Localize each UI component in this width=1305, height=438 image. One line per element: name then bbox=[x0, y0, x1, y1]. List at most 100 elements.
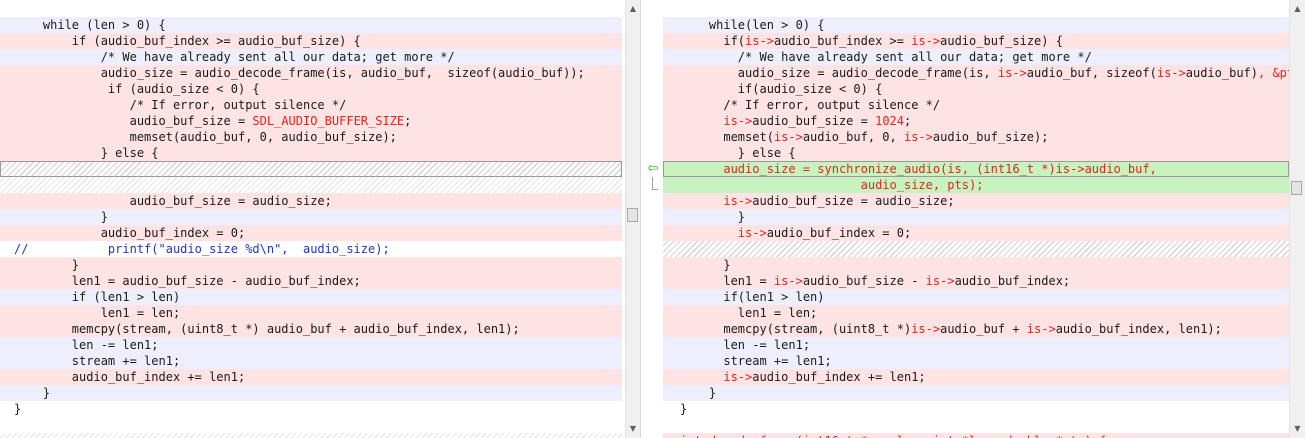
code-line: memcpy(stream, (uint8_t *)is->audio_buf … bbox=[663, 321, 1289, 337]
code-text: audio_buf_size) { bbox=[940, 34, 1063, 48]
diff-highlight-text: SDL_AUDIO_BUFFER_SIZE bbox=[252, 114, 405, 128]
diff-highlight-text: audio_size = synchronize_audio(is, (int1… bbox=[680, 162, 1157, 176]
code-line: if (len1 > len) bbox=[0, 289, 622, 305]
diff-highlight-text: is-> bbox=[925, 274, 955, 288]
code-line: len -= len1; bbox=[0, 337, 622, 353]
code-line: len1 = len; bbox=[663, 305, 1289, 321]
left-vertical-scrollbar[interactable]: ▲ ▼ bbox=[625, 0, 640, 438]
diff-highlight-text: 1024 bbox=[875, 114, 904, 128]
code-text: } bbox=[14, 258, 80, 272]
code-text: audio_buf_size = bbox=[752, 114, 876, 128]
code-line: // printf("audio_size %d\n", audio_size)… bbox=[0, 241, 622, 257]
code-line: } bbox=[663, 209, 1289, 225]
code-line: stream += len1; bbox=[0, 353, 622, 369]
copy-to-left-arrow-icon[interactable]: ⇦ bbox=[645, 161, 661, 177]
diff-highlight-text: is-> bbox=[723, 370, 753, 384]
right-vertical-scrollbar[interactable]: ▲ ▼ bbox=[1289, 0, 1305, 438]
diff-gutter: ⇦ bbox=[640, 0, 664, 438]
code-line: is->audio_buf_size = audio_size; bbox=[663, 193, 1289, 209]
code-line bbox=[663, 417, 1289, 433]
code-line: audio_buf_size = SDL_AUDIO_BUFFER_SIZE; bbox=[0, 113, 622, 129]
code-text: audio_size = audio_decode_frame(is, bbox=[680, 66, 998, 80]
code-text: audio_buf + bbox=[940, 322, 1027, 336]
diff-highlight-text: , &pts bbox=[1258, 66, 1289, 80]
code-text: } bbox=[680, 386, 717, 400]
code-text: memset(audio_buf, 0, audio_buf_size); bbox=[14, 130, 397, 144]
diff-highlight-text: is-> bbox=[723, 114, 753, 128]
code-line: } bbox=[0, 401, 622, 417]
code-line: audio_buf_index = 0; bbox=[0, 225, 622, 241]
scroll-up-arrow-icon[interactable]: ▲ bbox=[626, 2, 640, 16]
left-scrollbar-thumb[interactable] bbox=[627, 208, 638, 222]
code-text: /* If error, output silence */ bbox=[680, 98, 941, 112]
code-text: audio_buf_size - bbox=[802, 274, 926, 288]
code-text: audio_buf_size = audio_size; bbox=[14, 194, 332, 208]
diff-highlight-text: is-> bbox=[903, 130, 933, 144]
diff-highlight-text: is-> bbox=[723, 194, 753, 208]
code-text: audio_size = audio_decode_frame(is, audi… bbox=[14, 66, 585, 80]
code-line: int decode_frame(int16_t *samples, int *… bbox=[663, 433, 1289, 438]
code-text: while(len > 0) { bbox=[680, 18, 825, 32]
code-text: if( bbox=[680, 34, 746, 48]
code-text: len1 = bbox=[680, 274, 774, 288]
code-line: if(is->audio_buf_index >= is->audio_buf_… bbox=[663, 33, 1289, 49]
right-diff-pane[interactable]: while(len > 0) { if(is->audio_buf_index … bbox=[663, 0, 1289, 438]
diff-highlight-text: int decode_frame(int16_t *samples, int *… bbox=[680, 434, 1106, 438]
diff-highlight-text: is-> bbox=[745, 34, 774, 48]
code-text: if (audio_size < 0) { bbox=[14, 82, 260, 96]
code-line: /* If error, output silence */ bbox=[0, 97, 622, 113]
code-text: } bbox=[14, 210, 108, 224]
code-line: audio_size, pts); bbox=[663, 177, 1289, 193]
code-text: if (len1 > len) bbox=[14, 290, 181, 304]
code-text: audio_buf_index += len1; bbox=[752, 370, 926, 384]
code-text: } bbox=[680, 210, 746, 224]
code-line bbox=[663, 241, 1289, 257]
code-text: /* If error, output silence */ bbox=[14, 98, 347, 112]
code-text: stream += len1; bbox=[680, 354, 832, 368]
diff-highlight-text: is-> bbox=[737, 226, 767, 240]
scroll-down-arrow-icon[interactable]: ▼ bbox=[626, 422, 640, 436]
code-text: } bbox=[14, 386, 51, 400]
code-line: audio_size = synchronize_audio(is, (int1… bbox=[663, 161, 1289, 177]
code-text: audio_buf_index; bbox=[954, 274, 1071, 288]
code-text: } bbox=[14, 402, 22, 416]
code-text: ; bbox=[904, 114, 912, 128]
code-line: memcpy(stream, (uint8_t *) audio_buf + a… bbox=[0, 321, 622, 337]
code-text: /* We have already sent all our data; ge… bbox=[14, 50, 455, 64]
code-line: audio_size = audio_decode_frame(is, is->… bbox=[663, 65, 1289, 81]
code-line: is->audio_buf_size = 1024; bbox=[663, 113, 1289, 129]
code-text: memcpy(stream, (uint8_t *) audio_buf + a… bbox=[14, 322, 520, 336]
code-text: /* We have already sent all our data; ge… bbox=[680, 50, 1092, 64]
code-line: len1 = audio_buf_size - audio_buf_index; bbox=[0, 273, 622, 289]
right-scrollbar-thumb[interactable] bbox=[1291, 181, 1302, 195]
code-text: if(len1 > len) bbox=[680, 290, 825, 304]
code-line: audio_size = audio_decode_frame(is, audi… bbox=[0, 65, 622, 81]
code-line: } bbox=[663, 401, 1289, 417]
scroll-up-arrow-icon[interactable]: ▲ bbox=[1290, 2, 1305, 16]
code-line: while(len > 0) { bbox=[663, 17, 1289, 33]
code-text: audio_buf, sizeof( bbox=[1026, 66, 1157, 80]
code-text: len1 = len; bbox=[14, 306, 181, 320]
code-text: len1 = len; bbox=[680, 306, 818, 320]
code-line: } bbox=[663, 385, 1289, 401]
code-line: audio_buf_size = audio_size; bbox=[0, 193, 622, 209]
code-text: while (len > 0) { bbox=[14, 18, 166, 32]
code-line: } bbox=[0, 209, 622, 225]
code-text: audio_buf_index = 0; bbox=[14, 226, 246, 240]
left-code-lines: while (len > 0) { if (audio_buf_index >=… bbox=[0, 17, 625, 438]
code-text: memcpy(stream, (uint8_t *) bbox=[680, 322, 912, 336]
code-line: stream += len1; bbox=[663, 353, 1289, 369]
code-line: memset(is->audio_buf, 0, is->audio_buf_s… bbox=[663, 129, 1289, 145]
code-line: /* We have already sent all our data; ge… bbox=[0, 49, 622, 65]
code-line: if (audio_size < 0) { bbox=[0, 81, 622, 97]
code-line: } else { bbox=[0, 145, 622, 161]
code-line: len -= len1; bbox=[663, 337, 1289, 353]
left-diff-pane[interactable]: while (len > 0) { if (audio_buf_index >=… bbox=[0, 0, 625, 438]
scroll-down-arrow-icon[interactable]: ▼ bbox=[1290, 422, 1305, 436]
code-text: audio_buf_size = audio_size; bbox=[752, 194, 955, 208]
code-line: /* If error, output silence */ bbox=[663, 97, 1289, 113]
code-line bbox=[0, 417, 622, 433]
code-line: len1 = len; bbox=[0, 305, 622, 321]
